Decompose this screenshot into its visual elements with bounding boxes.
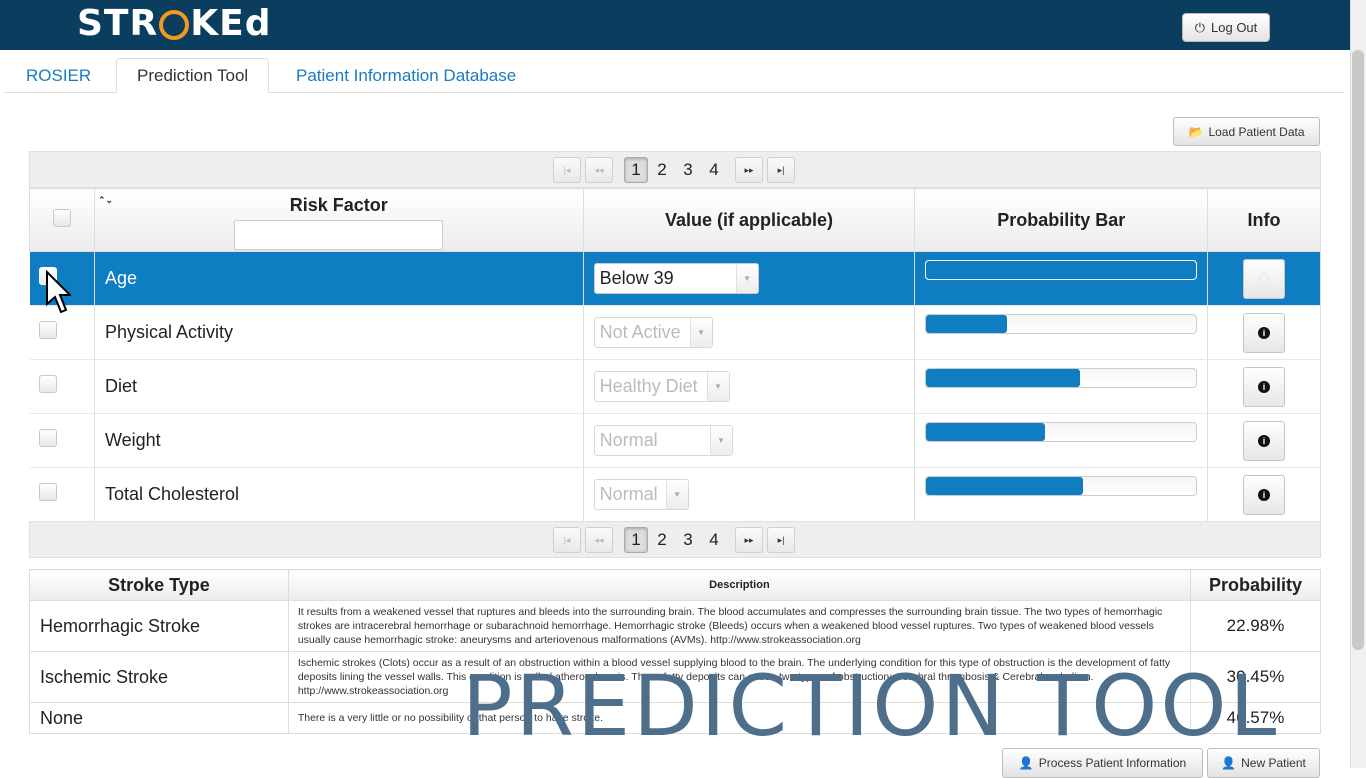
page-1-button[interactable]: 1 [624, 527, 648, 553]
risk-factor-header[interactable]: ⌃⌄ Risk Factor [93, 188, 584, 252]
risk-factor-cell: Physical Activity [94, 305, 584, 360]
table-row[interactable]: Weight Normal ▼ i [29, 413, 1321, 468]
info-button[interactable]: i [1243, 420, 1286, 461]
page-2-button[interactable]: 2 [650, 157, 674, 183]
info-icon: i [1258, 380, 1271, 393]
chevron-down-icon: ▼ [709, 426, 732, 455]
brain-logo-icon [159, 9, 190, 40]
risk-factor-cell: Diet [94, 359, 584, 414]
last-page-button[interactable]: ▸| [767, 157, 795, 183]
risk-factor-table: ⌃⌄ Risk Factor Value (if applicable) Pro… [29, 188, 1321, 522]
chevron-down-icon: ▼ [689, 318, 712, 347]
power-icon: ⏻ [1194, 19, 1206, 35]
chevron-down-icon: ▼ [735, 264, 758, 293]
probability-fill [926, 315, 1008, 333]
stroke-type-cell: Ischemic Stroke [29, 651, 289, 703]
table-row[interactable]: Total Cholesterol Normal ▼ i [29, 467, 1321, 522]
mouse-cursor-icon [46, 270, 71, 314]
row-checkbox[interactable] [38, 429, 57, 447]
info-button[interactable]: i [1243, 312, 1286, 353]
value-dropdown[interactable]: Below 39 ▼ [593, 263, 759, 294]
probability-fill [926, 477, 1083, 495]
table-row: Hemorrhagic Stroke It results from a wea… [29, 600, 1321, 652]
sort-icon[interactable]: ⌃⌄ [98, 195, 113, 206]
select-all-checkbox[interactable] [52, 208, 71, 227]
app-logo: STR KEd [77, 3, 272, 44]
risk-factor-cell: Weight [94, 413, 584, 468]
first-page-button[interactable]: |◂ [553, 527, 581, 553]
prev-page-button[interactable]: ◂◂ [585, 157, 613, 183]
info-header: Info [1207, 188, 1321, 252]
value-dropdown[interactable]: Healthy Diet ▼ [593, 371, 730, 402]
info-icon: i [1258, 434, 1271, 447]
stroke-type-cell: None [29, 702, 289, 734]
chevron-down-icon: ▼ [665, 480, 688, 509]
tab-prediction-tool[interactable]: Prediction Tool [116, 58, 270, 93]
row-checkbox[interactable] [38, 321, 57, 339]
value-header: Value (if applicable) [582, 188, 916, 252]
description-header: Description [287, 569, 1192, 601]
probability-bar [925, 314, 1198, 334]
page-3-button[interactable]: 3 [676, 527, 700, 553]
probability-bar [925, 476, 1198, 496]
scrollbar-thumb[interactable] [1352, 50, 1364, 650]
table-row[interactable]: Age Below 39 ▼ i [29, 251, 1321, 306]
tab-rosier[interactable]: ROSIER [6, 58, 111, 93]
risk-factor-filter-input[interactable] [234, 219, 444, 250]
probability-bar [925, 422, 1198, 442]
chevron-down-icon: ▼ [706, 372, 729, 401]
probability-fill [926, 369, 1081, 387]
top-bar: STR KEd ⏻ Log Out [0, 0, 1350, 50]
probability-header: Probability [1190, 569, 1321, 601]
pager-bottom: |◂ ◂◂ 1 2 3 4 ▸▸ ▸| [29, 521, 1321, 558]
probability-bar [925, 368, 1198, 388]
page-1-button[interactable]: 1 [624, 157, 648, 183]
probability-bar-header: Probability Bar [914, 188, 1209, 252]
probability-fill [926, 423, 1046, 441]
first-page-button[interactable]: |◂ [553, 157, 581, 183]
next-page-button[interactable]: ▸▸ [735, 527, 763, 553]
value-dropdown[interactable]: Normal ▼ [593, 425, 733, 456]
prev-page-button[interactable]: ◂◂ [585, 527, 613, 553]
probability-bar [925, 260, 1198, 280]
table-row[interactable]: Diet Healthy Diet ▼ i [29, 359, 1321, 414]
description-cell: It results from a weakened vessel that r… [287, 600, 1192, 652]
tab-patient-information-database[interactable]: Patient Information Database [276, 58, 536, 93]
info-button[interactable]: i [1243, 474, 1286, 515]
info-button[interactable]: i [1243, 366, 1286, 407]
page-3-button[interactable]: 3 [676, 157, 700, 183]
info-button[interactable]: i [1243, 258, 1286, 299]
select-all-header [29, 188, 95, 252]
info-icon: i [1258, 272, 1271, 285]
page-4-button[interactable]: 4 [702, 527, 726, 553]
folder-open-icon: 📂 [1188, 124, 1204, 139]
probability-cell: 22.98% [1190, 600, 1321, 652]
logout-button[interactable]: ⏻ Log Out [1182, 13, 1270, 42]
last-page-button[interactable]: ▸| [767, 527, 795, 553]
prediction-tool-watermark: PREDICTION TOOL [462, 657, 1280, 755]
row-checkbox[interactable] [38, 375, 57, 393]
row-checkbox[interactable] [38, 483, 57, 501]
value-dropdown[interactable]: Normal ▼ [593, 479, 689, 510]
stroke-type-cell: Hemorrhagic Stroke [29, 600, 289, 652]
risk-factor-cell: Age [94, 251, 584, 306]
stroke-type-header: Stroke Type [29, 569, 289, 601]
pager-top: |◂ ◂◂ 1 2 3 4 ▸▸ ▸| [29, 151, 1321, 188]
page-2-button[interactable]: 2 [650, 527, 674, 553]
value-dropdown[interactable]: Not Active ▼ [593, 317, 713, 348]
info-icon: i [1258, 326, 1271, 339]
load-patient-data-button[interactable]: 📂 Load Patient Data [1173, 117, 1320, 146]
info-icon: i [1258, 488, 1271, 501]
next-page-button[interactable]: ▸▸ [735, 157, 763, 183]
page-4-button[interactable]: 4 [702, 157, 726, 183]
risk-factor-cell: Total Cholesterol [94, 467, 584, 522]
tab-bar: ROSIER Prediction Tool Patient Informati… [4, 58, 1344, 93]
table-row[interactable]: Physical Activity Not Active ▼ i [29, 305, 1321, 360]
